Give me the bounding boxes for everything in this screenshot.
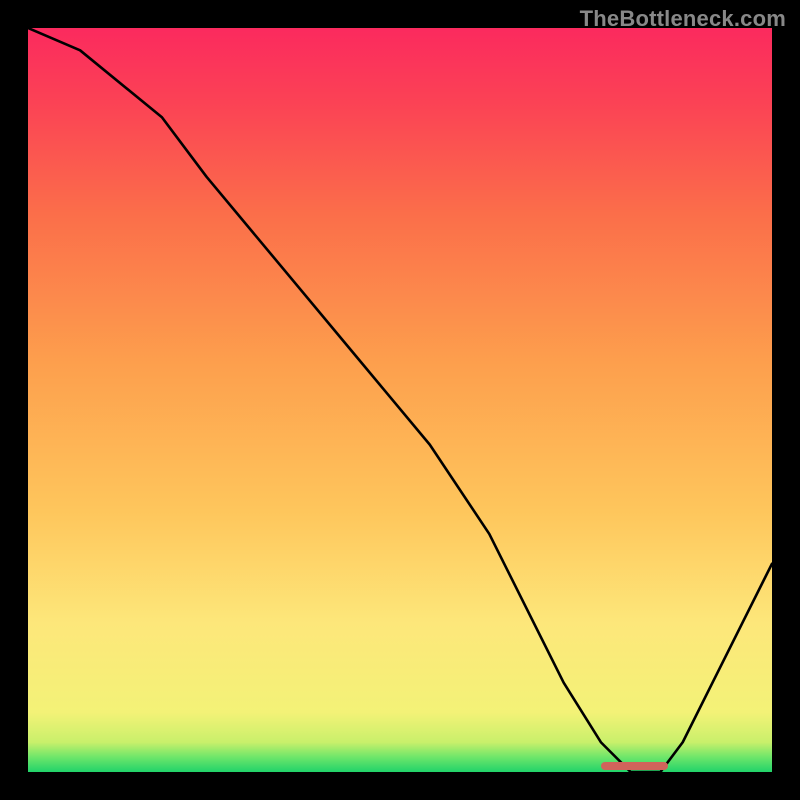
bottleneck-curve bbox=[28, 28, 772, 772]
optimal-range-marker bbox=[601, 762, 668, 770]
chart-area bbox=[28, 28, 772, 772]
